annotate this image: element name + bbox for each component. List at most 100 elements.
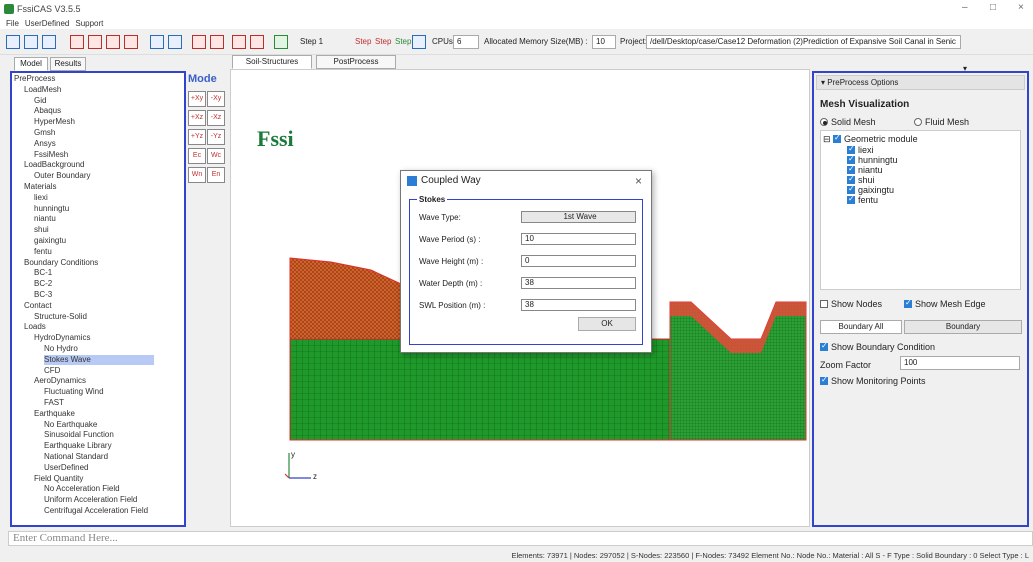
ok-button[interactable]: OK <box>578 317 636 331</box>
show-monitoring-points-checkbox[interactable]: Show Monitoring Points <box>820 375 926 386</box>
tree-item[interactable]: Contact <box>24 301 52 311</box>
field-input[interactable]: 38 <box>521 299 636 311</box>
link-icon-2[interactable] <box>250 35 264 49</box>
geometric-module-item[interactable]: ⊟ Geometric module <box>823 133 918 145</box>
tab-soil-structures[interactable]: Soil-Structures <box>232 55 312 69</box>
tab-results[interactable]: Results <box>50 57 86 71</box>
open-file-icon[interactable] <box>24 35 38 49</box>
tree-item[interactable]: Sinusoidal Function <box>44 430 114 440</box>
bp-icon-2[interactable] <box>210 35 224 49</box>
show-boundary-condition-checkbox[interactable]: Show Boundary Condition <box>820 341 935 352</box>
wave-type-select[interactable]: 1st Wave <box>521 211 636 223</box>
view-button-minus-xz[interactable]: -Xz <box>207 110 225 126</box>
tree-item[interactable]: fentu <box>34 247 52 257</box>
tree-item[interactable]: liexi <box>34 193 48 203</box>
grid-icon-2[interactable] <box>88 35 102 49</box>
mode-label[interactable]: Mode <box>188 73 217 85</box>
list-icon[interactable] <box>168 35 182 49</box>
tree-item[interactable]: hunningtu <box>34 204 69 214</box>
menu-file[interactable]: File <box>6 19 19 28</box>
link-icon-1[interactable] <box>232 35 246 49</box>
tree-item[interactable]: UserDefined <box>44 463 88 473</box>
bp-icon-1[interactable] <box>192 35 206 49</box>
tree-item[interactable]: shui <box>34 225 49 235</box>
chart-icon[interactable] <box>274 35 288 49</box>
tree-item[interactable]: Centrifugal Acceleration Field <box>44 506 148 516</box>
view-button-en[interactable]: En <box>207 167 225 183</box>
field-input[interactable]: 0 <box>521 255 636 267</box>
step-button-1[interactable]: Step <box>355 37 371 46</box>
field-input[interactable]: 38 <box>521 277 636 289</box>
tree-item[interactable]: Fluctuating Wind <box>44 387 104 397</box>
tree-item[interactable]: Materials <box>24 182 56 192</box>
tree-item[interactable]: HydroDynamics <box>34 333 90 343</box>
tree-item[interactable]: FssiMesh <box>34 150 68 160</box>
tree-item[interactable]: Earthquake <box>34 409 75 419</box>
tree-item[interactable]: BC-2 <box>34 279 52 289</box>
minimize-icon[interactable]: – <box>962 2 968 13</box>
view-button-wn[interactable]: Wn <box>188 167 206 183</box>
tree-item[interactable]: Outer Boundary <box>34 171 90 181</box>
menu-support[interactable]: Support <box>75 19 103 28</box>
tree-item[interactable]: Abaqus <box>34 106 61 116</box>
view-button-wc[interactable]: Wc <box>207 148 225 164</box>
fluid-mesh-radio[interactable]: Fluid Mesh <box>914 117 969 127</box>
grid-icon-4[interactable] <box>124 35 138 49</box>
boundary-button[interactable]: Boundary <box>904 320 1022 334</box>
tree-item[interactable]: Field Quantity <box>34 474 83 484</box>
tree-item[interactable]: LoadBackground <box>24 160 85 170</box>
view-button-minus-xy[interactable]: -Xy <box>207 91 225 107</box>
view-button-plusminus-xz[interactable]: +Xz <box>188 110 206 126</box>
menu-userdefined[interactable]: UserDefined <box>25 19 69 28</box>
tree-item[interactable]: niantu <box>34 214 56 224</box>
view-button-plusminus-xy[interactable]: +Xy <box>188 91 206 107</box>
boundary-all-select[interactable]: Boundary All <box>820 320 902 334</box>
solid-mesh-radio[interactable]: Solid Mesh <box>820 117 876 127</box>
grid-icon-3[interactable] <box>106 35 120 49</box>
tree-item[interactable]: gaixingtu <box>34 236 66 246</box>
project-select[interactable]: /dell/Desktop/case/Case12 Deformation (2… <box>646 35 961 49</box>
show-nodes-checkbox[interactable]: Show Nodes <box>820 299 882 309</box>
new-file-icon[interactable] <box>6 35 20 49</box>
close-icon[interactable]: × <box>1018 2 1024 13</box>
tree-scrollbar[interactable] <box>184 75 186 525</box>
zoom-factor-input[interactable]: 100 <box>900 356 1020 370</box>
cpus-input[interactable]: 6 <box>453 35 479 49</box>
tree-item[interactable]: FAST <box>44 398 64 408</box>
tree-item[interactable]: No Acceleration Field <box>44 484 120 494</box>
tree-item[interactable]: LoadMesh <box>24 85 61 95</box>
module-item[interactable]: fentu <box>847 194 878 205</box>
step-button-3[interactable]: Step <box>395 37 411 46</box>
show-mesh-edge-checkbox[interactable]: Show Mesh Edge <box>904 298 986 309</box>
field-input[interactable]: 10 <box>521 233 636 245</box>
dialog-close-icon[interactable]: × <box>635 174 642 188</box>
memory-input[interactable]: 10 <box>592 35 616 49</box>
tree-item[interactable]: PreProcess <box>14 74 55 84</box>
tree-item[interactable]: Earthquake Library <box>44 441 112 451</box>
tree-item[interactable]: AeroDynamics <box>34 376 86 386</box>
tree-item[interactable]: No Hydro <box>44 344 78 354</box>
tree-item[interactable]: Ansys <box>34 139 56 149</box>
tree-item[interactable]: Uniform Acceleration Field <box>44 495 137 505</box>
panel-header[interactable]: ▾ PreProcess Options <box>816 75 1025 90</box>
grid-icon-1[interactable] <box>70 35 84 49</box>
command-input[interactable]: Enter Command Here... <box>8 531 1033 546</box>
maximize-icon[interactable]: □ <box>990 2 996 13</box>
tree-item[interactable]: National Standard <box>44 452 108 462</box>
tree-item[interactable]: Structure-Solid <box>34 312 87 322</box>
view-button-minus-yz[interactable]: -Yz <box>207 129 225 145</box>
tree-item[interactable]: BC-1 <box>34 268 52 278</box>
tree-item[interactable]: No Earthquake <box>44 420 97 430</box>
tab-model[interactable]: Model <box>14 57 48 71</box>
tree-item[interactable]: Boundary Conditions <box>24 258 98 268</box>
tree-item[interactable]: Gid <box>34 96 46 106</box>
tree-item[interactable]: HyperMesh <box>34 117 75 127</box>
filter-icon[interactable] <box>150 35 164 49</box>
save-icon[interactable] <box>42 35 56 49</box>
tree-item[interactable]: BC-3 <box>34 290 52 300</box>
tree-item[interactable]: Loads <box>24 322 46 332</box>
view-button-plusminus-yz[interactable]: +Yz <box>188 129 206 145</box>
view-button-ec[interactable]: Ec <box>188 148 206 164</box>
tree-item[interactable]: Stokes Wave <box>44 354 154 365</box>
step-button-2[interactable]: Step <box>375 37 391 46</box>
